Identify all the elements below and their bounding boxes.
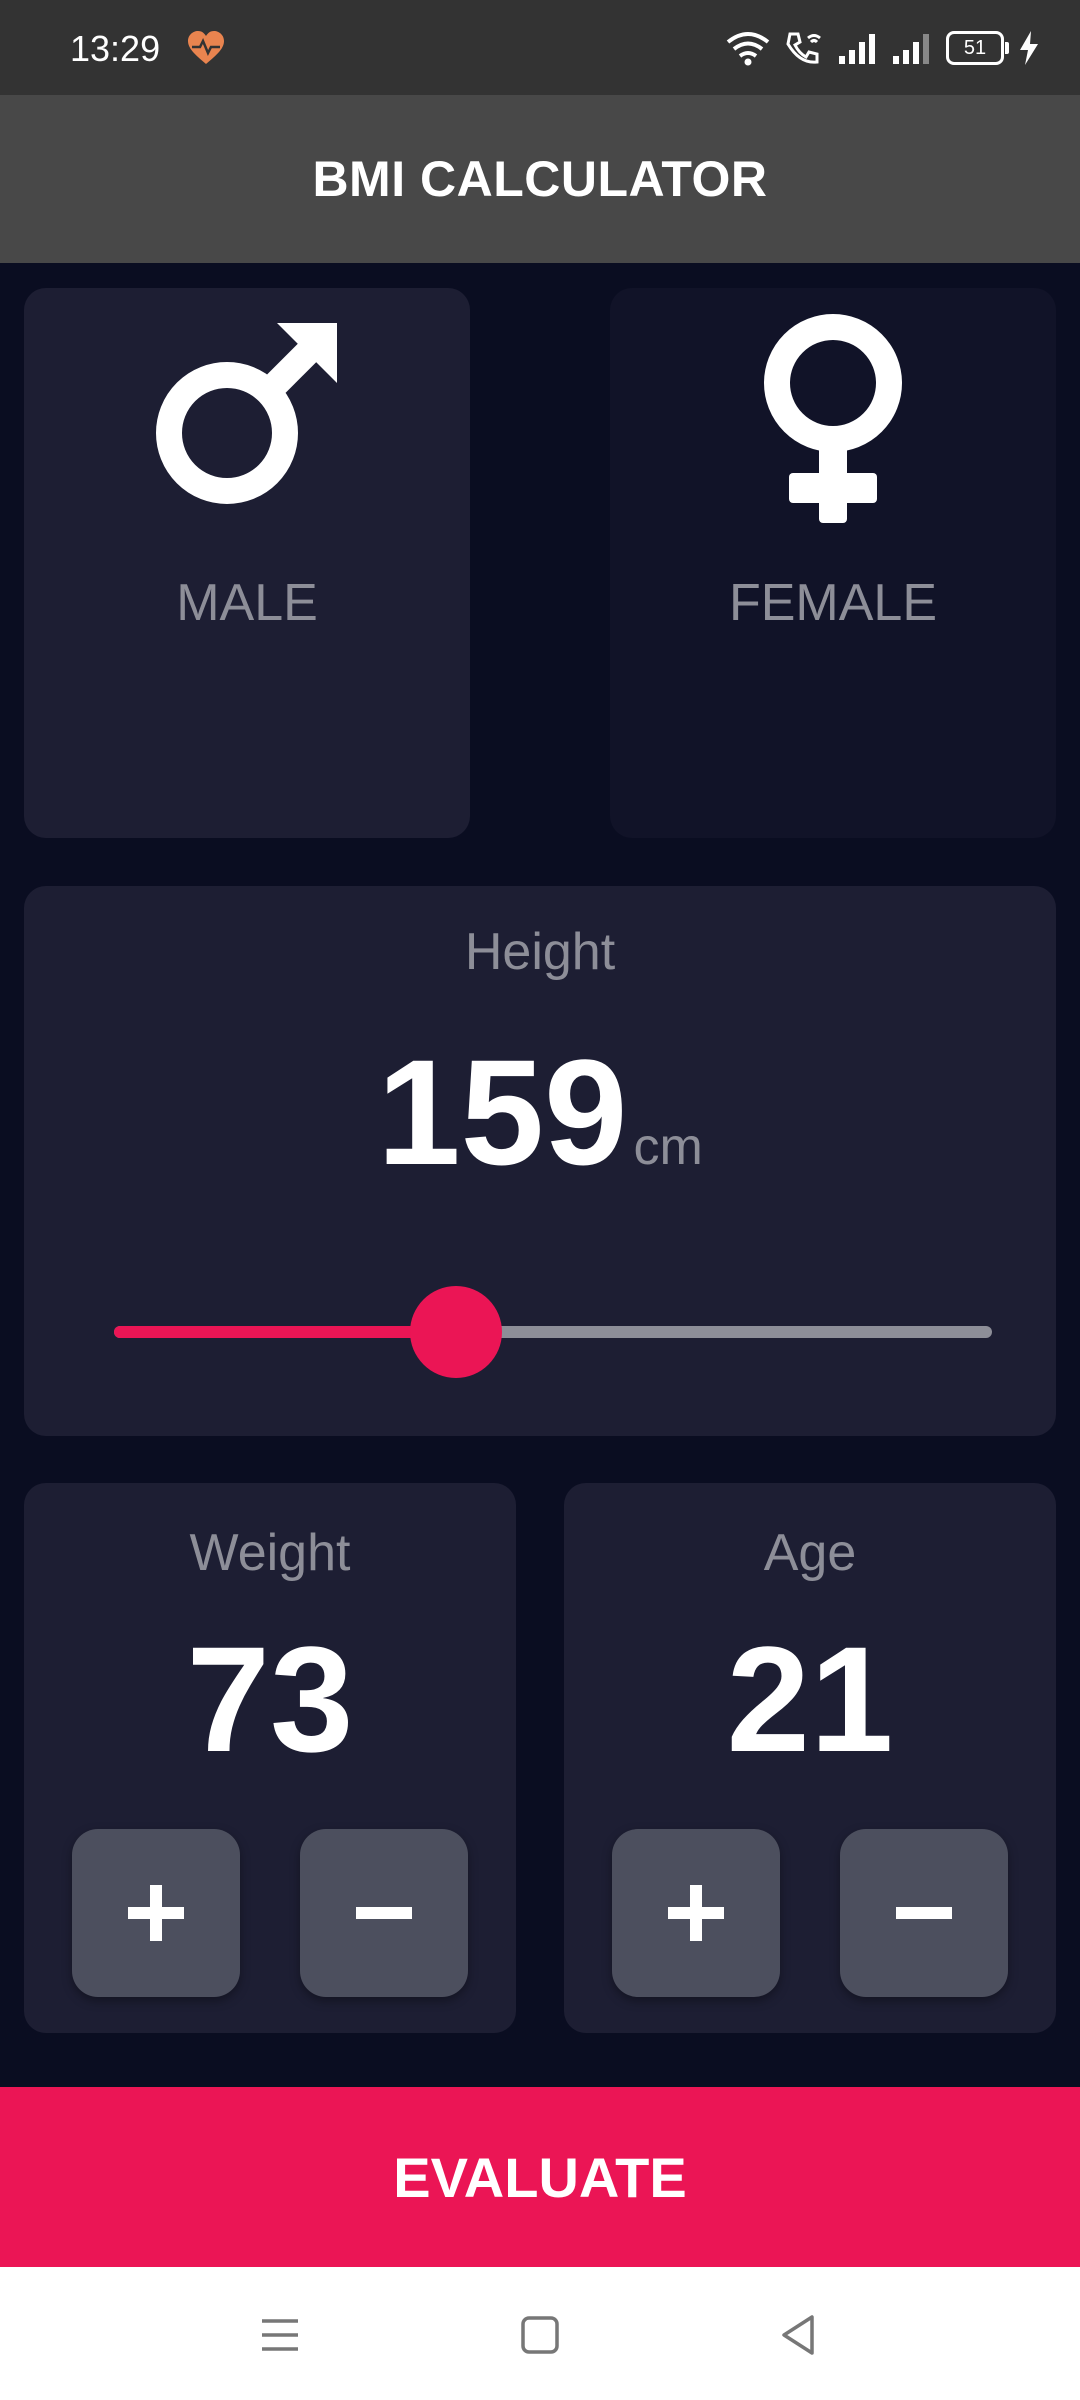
height-value: 159: [377, 1028, 628, 1196]
female-label: FEMALE: [728, 574, 938, 632]
age-value: 21: [726, 1615, 894, 1783]
wifi-calling-icon: [786, 32, 821, 64]
weight-decrement-button[interactable]: [300, 1829, 468, 1997]
male-card[interactable]: MALE: [24, 288, 470, 838]
age-decrement-button[interactable]: [840, 1829, 1008, 1997]
weight-card: Weight 73: [24, 1483, 516, 2033]
system-nav-bar: [0, 2267, 1080, 2400]
weight-value: 73: [186, 1615, 354, 1783]
minus-icon: [356, 1907, 412, 1919]
evaluate-label: EVALUATE: [393, 2145, 687, 2209]
height-value-row: 159 cm: [24, 1026, 1056, 1199]
age-increment-button[interactable]: [612, 1829, 780, 1997]
back-icon[interactable]: [772, 2307, 828, 2363]
slider-thumb[interactable]: [410, 1286, 503, 1378]
slider-fill: [114, 1326, 457, 1338]
status-icons: 51: [726, 26, 1040, 70]
menu-icon[interactable]: [252, 2307, 308, 2363]
height-label: Height: [464, 923, 616, 981]
heart-rate-icon: [188, 31, 224, 64]
weight-label: Weight: [189, 1524, 351, 1582]
height-card: Height 159 cm: [24, 886, 1056, 1436]
home-icon[interactable]: [512, 2307, 568, 2363]
signal-icon: [893, 34, 929, 64]
height-unit: cm: [633, 1118, 703, 1176]
wifi-icon: [726, 32, 770, 66]
male-label: MALE: [176, 574, 318, 632]
signal-icon: [839, 34, 875, 64]
evaluate-button[interactable]: EVALUATE: [0, 2087, 1080, 2267]
minus-icon: [896, 1907, 952, 1919]
female-card[interactable]: FEMALE: [610, 288, 1056, 838]
female-icon: [764, 314, 902, 523]
height-slider[interactable]: [114, 1286, 992, 1378]
status-bar: 13:29 51: [0, 0, 1080, 95]
page-title: BMI CALCULATOR: [312, 151, 768, 207]
app-bar: BMI CALCULATOR: [0, 95, 1080, 263]
charging-icon: [1020, 31, 1038, 65]
plus-icon: [128, 1885, 184, 1941]
age-card: Age 21: [564, 1483, 1056, 2033]
age-label: Age: [763, 1524, 857, 1582]
male-icon: [156, 323, 337, 504]
plus-icon: [668, 1885, 724, 1941]
status-time: 13:29: [70, 28, 161, 69]
battery-icon: 51: [946, 31, 1009, 65]
weight-increment-button[interactable]: [72, 1829, 240, 1997]
